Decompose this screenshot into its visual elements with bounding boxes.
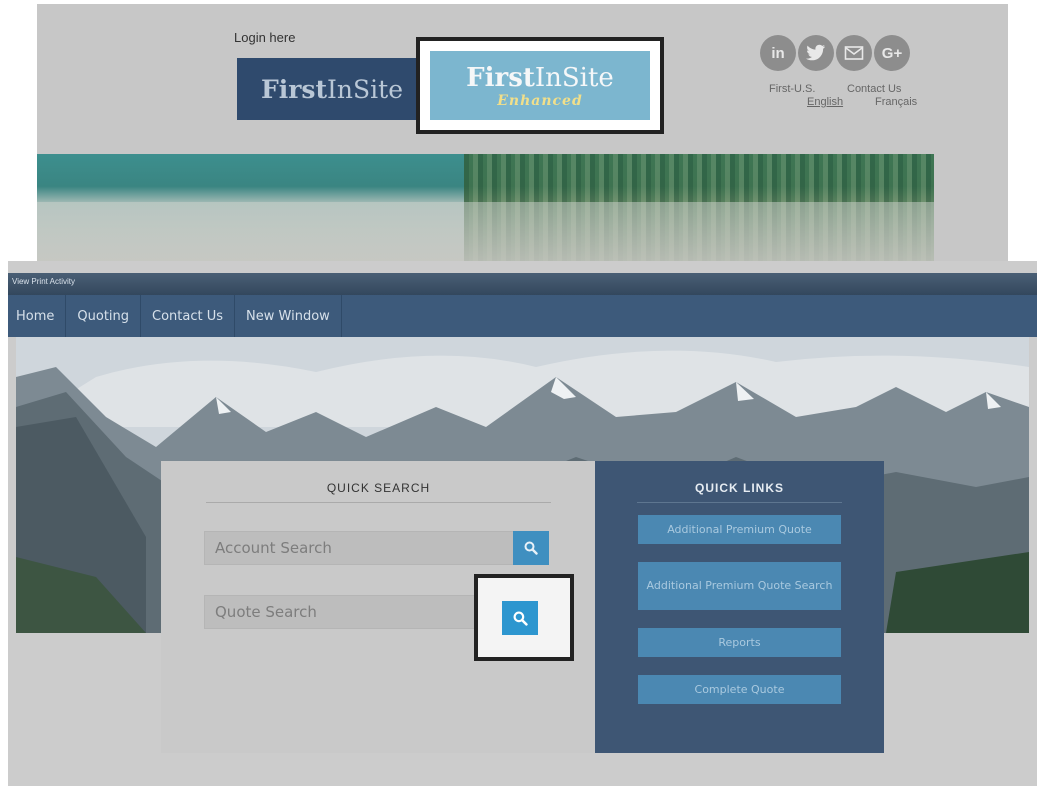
login-label: Login here: [234, 30, 296, 45]
nav-quoting[interactable]: Quoting: [66, 295, 142, 337]
view-print-activity-link[interactable]: View Print Activity: [12, 277, 75, 286]
linkedin-icon[interactable]: in: [760, 35, 796, 71]
nav-home[interactable]: Home: [8, 295, 67, 337]
account-search-row: [204, 531, 553, 565]
twitter-icon[interactable]: [798, 35, 834, 71]
quote-search-highlight: [474, 574, 574, 661]
nav-new-window[interactable]: New Window: [235, 295, 342, 337]
enhanced-logo: FirstInSite: [466, 63, 614, 93]
first-us-link[interactable]: First-U.S.: [769, 83, 815, 95]
firstinsite-login-button[interactable]: First InSite: [237, 58, 427, 120]
search-icon: [524, 541, 538, 555]
portal-screen: View Print Activity Home Quoting Contact…: [8, 261, 1037, 786]
quote-search-input[interactable]: [204, 595, 517, 629]
complete-quote-button[interactable]: Complete Quote: [638, 675, 841, 704]
quick-links-panel: QUICK LINKS Additional Premium Quote Add…: [595, 461, 884, 753]
francais-link[interactable]: Français: [875, 96, 917, 108]
enhanced-tagline: Enhanced: [497, 92, 583, 109]
search-card: QUICK SEARCH QUICK LINKS Additional Prem…: [161, 461, 884, 753]
reports-button[interactable]: Reports: [638, 628, 841, 657]
quote-search-button[interactable]: [502, 601, 538, 635]
additional-premium-quote-search-button[interactable]: Additional Premium Quote Search: [638, 562, 841, 610]
nav-contact-us[interactable]: Contact Us: [141, 295, 236, 337]
enhanced-button-face: FirstInSite Enhanced: [430, 51, 650, 120]
top-strip: View Print Activity: [8, 273, 1037, 295]
contact-us-link[interactable]: Contact Us: [847, 83, 901, 95]
quick-search-panel: QUICK SEARCH: [161, 461, 595, 753]
google-plus-icon[interactable]: G+: [874, 35, 910, 71]
main-nav: Home Quoting Contact Us New Window: [8, 295, 1037, 337]
forest-lake-banner: [37, 154, 934, 262]
quick-search-title: QUICK SEARCH: [326, 481, 431, 495]
search-icon: [513, 611, 528, 626]
firstinsite-logo-bold: First: [261, 74, 328, 104]
account-search-button[interactable]: [513, 531, 549, 565]
quick-search-divider: [206, 502, 551, 503]
login-page-panel: Login here First InSite FirstInSite Enhan…: [37, 4, 1008, 262]
enhanced-logo-bold: First: [466, 62, 535, 93]
banner-fog: [37, 202, 934, 262]
email-icon[interactable]: [836, 35, 872, 71]
firstinsite-logo-light: InSite: [327, 74, 403, 104]
firstinsite-enhanced-login-button[interactable]: FirstInSite Enhanced: [416, 37, 664, 134]
quick-links-title: QUICK LINKS: [695, 481, 784, 495]
enhanced-logo-light: InSite: [534, 62, 614, 93]
quick-links-divider: [637, 502, 842, 503]
account-search-input[interactable]: [204, 531, 517, 565]
additional-premium-quote-button[interactable]: Additional Premium Quote: [638, 515, 841, 544]
english-link[interactable]: English: [807, 96, 843, 108]
social-links: in G+: [760, 35, 910, 71]
